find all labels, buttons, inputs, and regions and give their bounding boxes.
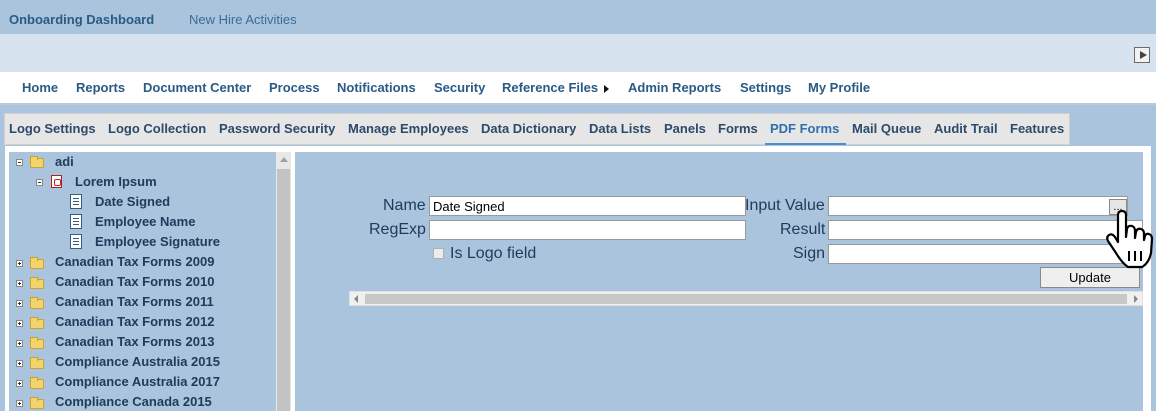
expand-icon[interactable] xyxy=(16,280,23,287)
main-menu: Home Reports Document Center Process Not… xyxy=(0,72,1156,105)
hand-cursor-icon xyxy=(1106,209,1154,269)
regexp-input[interactable] xyxy=(429,220,746,240)
tab-audit-trail[interactable]: Audit Trail xyxy=(934,121,998,136)
expand-icon[interactable] xyxy=(16,340,23,347)
folder-icon xyxy=(30,337,44,349)
folder-icon xyxy=(30,257,44,269)
tab-mail-queue[interactable]: Mail Queue xyxy=(852,121,921,136)
result-label: Result xyxy=(780,221,826,238)
tree-folder-label: Canadian Tax Forms 2011 xyxy=(55,294,214,309)
document-icon xyxy=(70,194,82,209)
forms-tree: adi Lorem Ipsum Date Signed Employee Nam… xyxy=(9,152,276,411)
tab-logo-collection[interactable]: Logo Collection xyxy=(108,121,206,136)
menu-reference-files[interactable]: Reference Files xyxy=(502,80,610,95)
tab-features[interactable]: Features xyxy=(1010,121,1064,136)
menu-my-profile[interactable]: My Profile xyxy=(808,80,870,95)
top-bar: Onboarding Dashboard New Hire Activities xyxy=(0,0,1156,34)
expand-icon[interactable] xyxy=(16,360,23,367)
folder-icon xyxy=(30,377,44,389)
tree-form-label: Lorem Ipsum xyxy=(75,174,157,189)
input-value-input[interactable] xyxy=(828,196,1128,216)
regexp-label: RegExp xyxy=(369,221,426,238)
field-editor-panel xyxy=(295,152,1143,411)
is-logo-label: Is Logo field xyxy=(450,245,537,262)
menu-reports[interactable]: Reports xyxy=(76,80,125,95)
tree-field-label: Employee Name xyxy=(95,214,196,229)
tab-panels[interactable]: Panels xyxy=(664,121,706,136)
scroll-left-icon[interactable] xyxy=(354,295,358,303)
folder-icon xyxy=(30,297,44,309)
submenu-arrow-icon xyxy=(604,84,610,93)
tree-folder-label: Canadian Tax Forms 2010 xyxy=(55,274,215,289)
sign-input[interactable] xyxy=(828,244,1143,264)
tab-manage-employees[interactable]: Manage Employees xyxy=(348,121,469,136)
expand-icon[interactable] xyxy=(16,400,23,407)
folder-icon xyxy=(30,357,44,369)
sign-label: Sign xyxy=(793,245,826,262)
name-input[interactable] xyxy=(429,196,746,216)
folder-icon xyxy=(30,317,44,329)
input-value-label: Input Value xyxy=(745,197,825,214)
play-icon[interactable] xyxy=(1134,47,1150,63)
result-input[interactable] xyxy=(828,220,1143,240)
tree-folder-label: Compliance Australia 2015 xyxy=(55,354,220,369)
menu-document-center[interactable]: Document Center xyxy=(143,80,251,95)
active-tab-indicator xyxy=(765,143,846,145)
tab-logo-settings[interactable]: Logo Settings xyxy=(9,121,96,136)
menu-home[interactable]: Home xyxy=(22,80,58,95)
scroll-right-icon[interactable] xyxy=(1134,295,1138,303)
menu-process[interactable]: Process xyxy=(269,80,320,95)
tree-root-label: adi xyxy=(55,154,74,169)
tree-field-label: Employee Signature xyxy=(95,234,220,249)
tree-vertical-scrollbar[interactable] xyxy=(276,152,291,411)
tree-folder-label: Canadian Tax Forms 2013 xyxy=(55,334,215,349)
expand-icon[interactable] xyxy=(16,260,23,267)
tab-password-security[interactable]: Password Security xyxy=(219,121,335,136)
menu-reference-files-label: Reference Files xyxy=(502,80,599,95)
is-logo-checkbox[interactable] xyxy=(433,248,444,259)
name-label: Name xyxy=(383,197,426,214)
collapse-icon[interactable] xyxy=(36,179,43,186)
brand-title[interactable]: Onboarding Dashboard xyxy=(9,12,154,27)
menu-security[interactable]: Security xyxy=(434,80,485,95)
folder-icon xyxy=(30,156,44,168)
document-icon xyxy=(70,214,82,229)
expand-icon[interactable] xyxy=(16,380,23,387)
scroll-thumb[interactable] xyxy=(277,169,290,411)
tree-folder-label: Compliance Canada 2015 xyxy=(55,394,212,409)
pdf-icon xyxy=(51,175,62,188)
folder-icon xyxy=(30,397,44,409)
expand-icon[interactable] xyxy=(16,320,23,327)
expand-icon[interactable] xyxy=(16,300,23,307)
horizontal-scrollbar[interactable] xyxy=(349,291,1143,306)
scroll-thumb[interactable] xyxy=(365,294,1127,304)
scroll-up-icon[interactable] xyxy=(280,157,288,162)
menu-admin-reports[interactable]: Admin Reports xyxy=(628,80,721,95)
tree-folder-label: Canadian Tax Forms 2009 xyxy=(55,254,215,269)
tree-folder-label: Canadian Tax Forms 2012 xyxy=(55,314,215,329)
document-icon xyxy=(70,234,82,249)
folder-icon xyxy=(30,277,44,289)
tab-data-lists[interactable]: Data Lists xyxy=(589,121,651,136)
menu-notifications[interactable]: Notifications xyxy=(337,80,416,95)
tree-folder-label: Compliance Australia 2017 xyxy=(55,374,220,389)
collapse-icon[interactable] xyxy=(16,159,23,166)
tab-data-dictionary[interactable]: Data Dictionary xyxy=(481,121,576,136)
menu-settings[interactable]: Settings xyxy=(740,80,791,95)
tab-pdf-forms[interactable]: PDF Forms xyxy=(770,121,839,136)
toolbar-strip xyxy=(0,34,1156,72)
tab-strip: Logo Settings Logo Collection Password S… xyxy=(0,105,1156,146)
page-subtitle[interactable]: New Hire Activities xyxy=(189,12,297,27)
tab-forms[interactable]: Forms xyxy=(718,121,758,136)
tree-field-label: Date Signed xyxy=(95,194,171,209)
